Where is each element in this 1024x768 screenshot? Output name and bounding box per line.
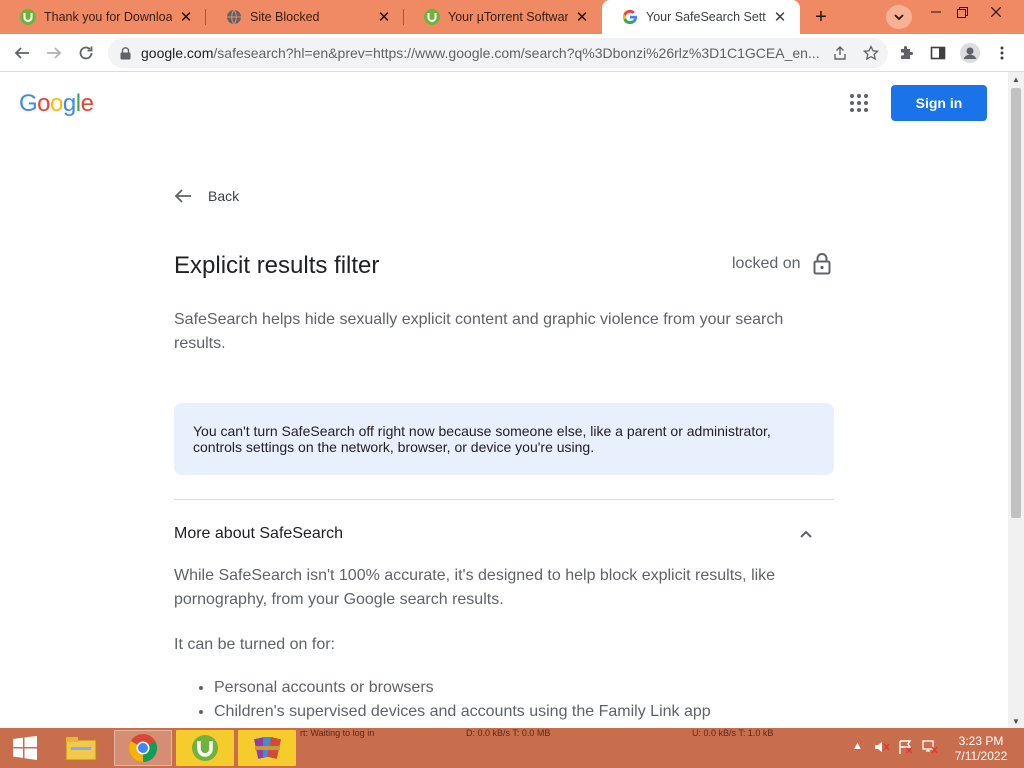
list-item: Personal accounts or browsers [214,676,711,700]
browser-toolbar: google.com/safesearch?hl=en&prev=https:/… [0,34,1024,72]
close-icon[interactable]: ✕ [574,9,590,26]
close-icon[interactable]: ✕ [178,9,194,26]
start-button[interactable] [0,728,50,768]
page-scrollbar[interactable]: ▲ ▼ [1008,72,1024,728]
tab-title: Site Blocked [250,10,320,24]
close-icon[interactable]: ✕ [376,9,392,26]
globe-icon [226,9,242,25]
system-clock[interactable]: 3:23 PM 7/11/2022 [950,734,1012,764]
scroll-down-arrow[interactable]: ▼ [1008,714,1024,728]
puzzle-icon [901,46,913,59]
page-title: Explicit results filter [174,252,380,279]
tab-site-blocked[interactable]: Site Blocked ✕ [206,0,404,34]
url-text: google.com/safesearch?hl=en&prev=https:/… [141,45,826,61]
clock-date: 7/11/2022 [954,749,1008,763]
url-path: /safesearch?hl=en&prev=https://www.googl… [213,45,820,61]
turned-on-for-list: Personal accounts or browsers Children's… [214,676,711,724]
share-icon[interactable] [826,45,854,61]
locked-notice: You can't turn SafeSearch off right now … [174,403,834,475]
tab-search-button[interactable] [886,5,912,29]
close-icon [991,7,1001,17]
reload-icon [79,46,93,60]
chevron-down-icon [894,14,904,21]
more-about-body: While SafeSearch isn't 100% accurate, it… [174,567,776,608]
utorrent-icon [192,735,218,761]
ghost-status-text: U: 0.0 kB/s T: 1.0 kB [692,728,774,738]
turned-on-for-label: It can be turned on for: [174,636,335,653]
volume-muted-icon[interactable] [874,740,890,757]
google-logo[interactable]: Google [19,90,94,118]
archive-icon [254,737,281,759]
more-vert-icon [1000,46,1004,60]
windows-taskbar: rt: Waiting to log in D: 0.0 kB/s T: 0.0… [0,728,1024,768]
extensions-button[interactable] [892,39,920,67]
utorrent-icon [424,9,440,25]
google-icon [622,9,638,25]
menu-button[interactable] [988,39,1016,67]
forward-nav-button[interactable] [40,39,68,67]
lock-icon [120,46,131,59]
side-panel-icon [930,46,946,60]
url-host: google.com [141,45,214,61]
reload-button[interactable] [72,39,100,67]
back-label: Back [208,188,240,204]
close-window-button[interactable] [980,0,1012,24]
sign-in-button[interactable]: Sign in [891,85,987,121]
taskbar-utorrent[interactable] [176,730,234,766]
apps-grid-icon[interactable] [850,94,868,112]
utorrent-icon [20,9,36,25]
page-content: Google Sign in Back Explicit results fil… [0,72,1008,728]
taskbar-file-explorer[interactable] [52,730,110,766]
back-link[interactable]: Back [174,188,239,204]
chevron-up-icon[interactable] [798,527,814,541]
page-description: SafeSearch helps hide sexually explicit … [174,311,784,352]
logo-text: Google [19,90,94,117]
scroll-up-arrow[interactable]: ▲ [1008,72,1024,86]
address-bar[interactable]: google.com/safesearch?hl=en&prev=https:/… [108,38,888,68]
profile-button[interactable] [956,39,984,67]
avatar-icon [960,43,980,63]
tab-utorrent-software[interactable]: Your µTorrent Software is ✕ [404,0,602,34]
tab-title: Your SafeSearch Setting [646,10,766,24]
status-label: locked on [732,255,801,272]
new-tab-button[interactable]: + [808,5,834,29]
locked-status: locked on [732,253,831,275]
arrow-left-icon [14,47,29,59]
folder-icon [65,737,97,761]
divider [174,499,834,500]
arrow-left-icon [174,189,191,203]
tab-strip: Thank you for Downloading ✕ Site Blocked… [0,0,1024,34]
list-item: Children's supervised devices and accoun… [214,700,711,724]
more-about-heading[interactable]: More about SafeSearch [174,525,343,543]
tab-safesearch[interactable]: Your SafeSearch Setting ✕ [602,0,800,34]
show-hidden-icons[interactable]: ▲ [852,740,863,752]
windows-logo-icon [13,736,37,760]
taskbar-chrome[interactable] [114,730,172,766]
back-nav-button[interactable] [8,39,36,67]
lock-icon [813,253,830,275]
network-error-icon[interactable] [922,740,938,757]
taskbar-winrar[interactable] [238,730,296,766]
tab-title: Thank you for Downloading [44,10,172,24]
minimize-icon [931,11,941,13]
bookmark-star-icon[interactable] [854,45,888,61]
ghost-status-text: D: 0.0 kB/s T: 0.0 MB [466,728,551,738]
side-panel-button[interactable] [924,39,952,67]
restore-icon [956,6,968,18]
clock-time: 3:23 PM [958,734,1004,748]
tab-thank-you[interactable]: Thank you for Downloading ✕ [0,0,206,34]
arrow-right-icon [47,47,62,59]
chrome-icon [129,734,157,762]
ghost-status-text: rt: Waiting to log in [300,728,375,738]
tab-title: Your µTorrent Software is [448,10,568,24]
action-center-flag-icon[interactable] [898,740,914,757]
close-icon[interactable]: ✕ [772,9,788,26]
restore-button[interactable] [946,0,978,24]
scrollbar-thumb[interactable] [1011,88,1021,518]
